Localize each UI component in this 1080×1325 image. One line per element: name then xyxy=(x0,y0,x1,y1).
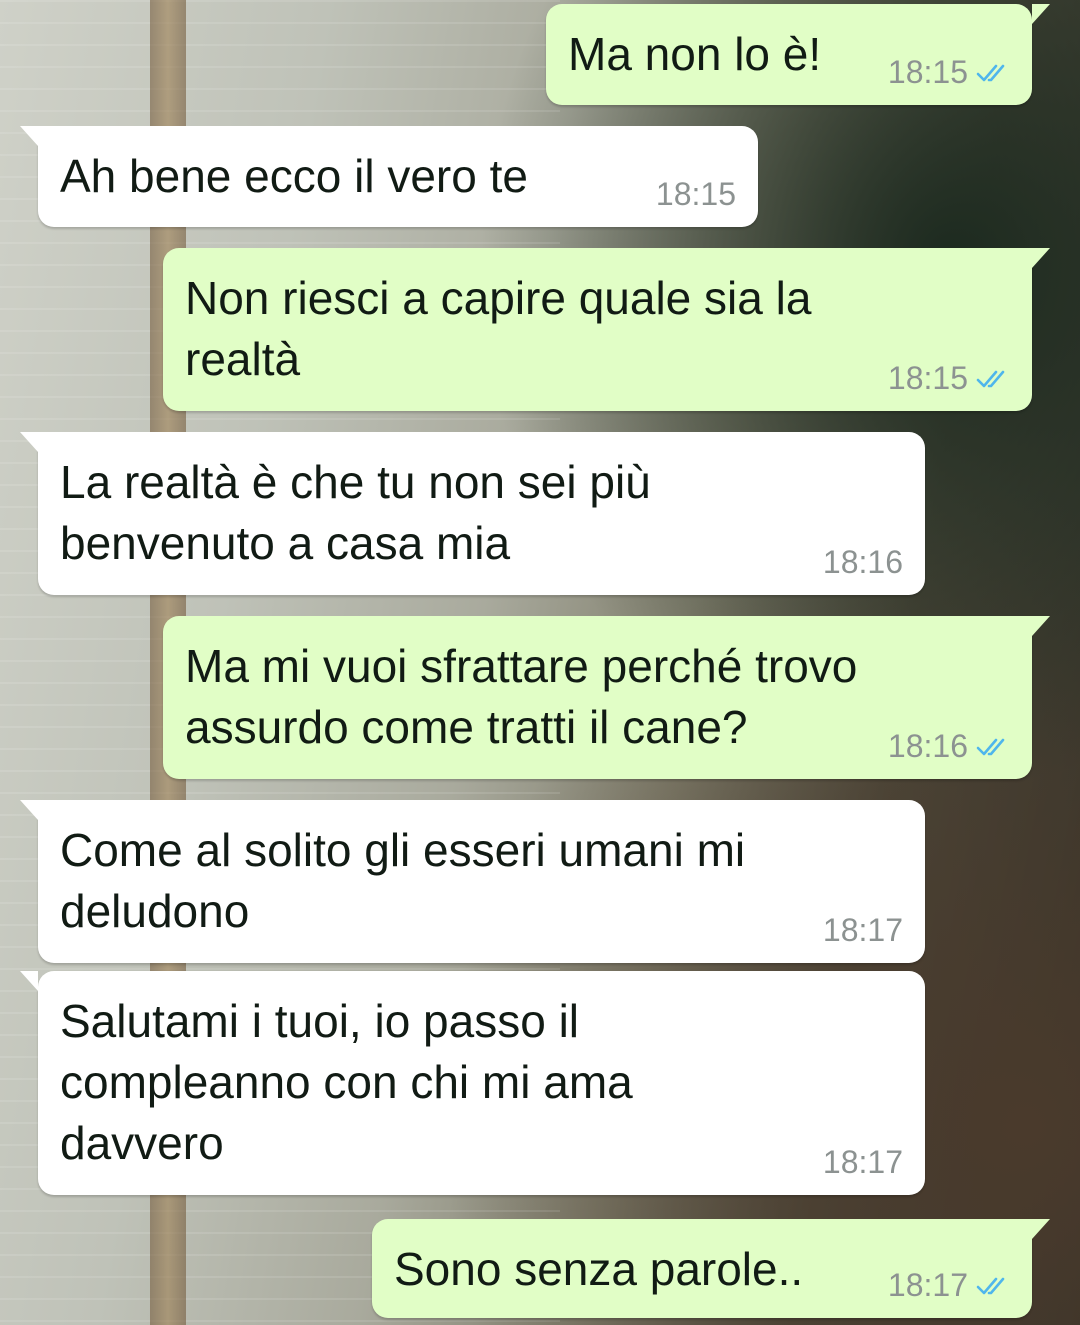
message-bubble-incoming[interactable]: Come al solito gli esseri umani mi delud… xyxy=(20,800,925,963)
message-bubble-incoming[interactable]: Salutami i tuoi, io passo il compleanno … xyxy=(20,971,925,1195)
message-meta: 18:17 xyxy=(888,1267,1010,1304)
message-meta: 18:17 xyxy=(823,912,903,949)
double-check-read-icon xyxy=(976,1277,1005,1294)
message-text: Ah bene ecco il vero te xyxy=(60,150,528,202)
message-bubble-outgoing[interactable]: Sono senza parole.. 18:17 xyxy=(372,1219,1050,1318)
message-meta: 18:17 xyxy=(823,1144,903,1181)
message-text: La realtà è che tu non sei più benvenuto… xyxy=(60,456,651,569)
message-text: Salutami i tuoi, io passo il compleanno … xyxy=(60,995,633,1169)
message-meta: 18:15 xyxy=(656,176,736,213)
message-meta: 18:16 xyxy=(823,544,903,581)
message-bubble-outgoing[interactable]: Ma non lo è! 18:15 xyxy=(546,4,1050,105)
message-time: 18:15 xyxy=(887,54,968,90)
message-list[interactable]: Ma non lo è! 18:15 Ah bene ecco il vero … xyxy=(0,0,1080,1325)
double-check-read-icon xyxy=(976,370,1005,387)
message-time: 18:17 xyxy=(822,1144,903,1180)
message-text: Non riesci a capire quale sia la realtà xyxy=(185,272,812,385)
message-text: Come al solito gli esseri umani mi delud… xyxy=(60,824,746,937)
double-check-read-icon xyxy=(976,738,1005,755)
message-bubble-outgoing[interactable]: Ma mi vuoi sfrattare perché trovo assurd… xyxy=(163,616,1050,779)
message-meta: 18:15 xyxy=(888,54,1010,91)
message-text: Ma mi vuoi sfrattare perché trovo assurd… xyxy=(185,640,858,753)
double-check-read-icon xyxy=(976,64,1005,81)
message-bubble-outgoing[interactable]: Non riesci a capire quale sia la realtà … xyxy=(163,248,1050,411)
message-bubble-incoming[interactable]: La realtà è che tu non sei più benvenuto… xyxy=(20,432,925,595)
message-bubble-incoming[interactable]: Ah bene ecco il vero te 18:15 xyxy=(20,126,758,227)
message-meta: 18:15 xyxy=(888,360,1010,397)
message-time: 18:16 xyxy=(822,544,903,580)
message-time: 18:17 xyxy=(822,912,903,948)
message-time: 18:15 xyxy=(887,360,968,396)
message-time: 18:15 xyxy=(655,176,736,212)
message-meta: 18:16 xyxy=(888,728,1010,765)
message-time: 18:17 xyxy=(887,1267,968,1303)
message-time: 18:16 xyxy=(887,728,968,764)
